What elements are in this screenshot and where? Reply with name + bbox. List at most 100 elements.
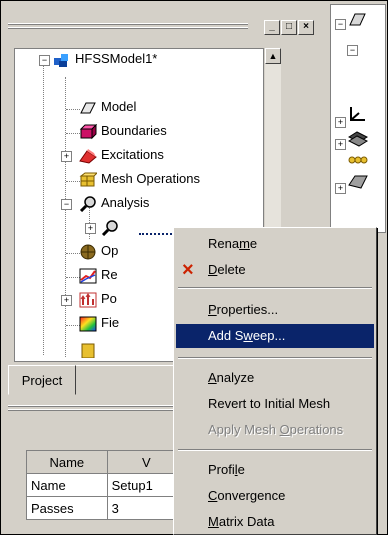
menu-label: e <box>249 236 258 251</box>
tree-line <box>43 59 44 355</box>
tree-node-port-field[interactable]: Po <box>79 289 117 309</box>
menu-label: elete <box>217 262 246 277</box>
menu-item-profile[interactable]: Profile <box>176 458 374 482</box>
tree-node-excitations[interactable]: Excitations <box>79 145 164 165</box>
menu-label: Apply Mesh <box>208 422 280 437</box>
context-menu[interactable]: Rename × Delete Properties... Add Sweep..… <box>173 227 377 535</box>
menu-label: roperties... <box>216 302 279 317</box>
tree-node-analysis[interactable]: Analysis <box>79 193 149 213</box>
solids-icon <box>349 13 366 26</box>
tree-node-boundaries[interactable]: Boundaries <box>79 121 167 141</box>
menu-label: perations <box>289 422 344 437</box>
definitions-icon <box>79 342 97 359</box>
tree-node-model[interactable]: Model <box>79 97 136 117</box>
menu-separator <box>178 357 372 359</box>
properties-table: Name V Name Setup1 Passes 3 <box>26 450 187 520</box>
menu-item-convergence[interactable]: Convergence <box>176 484 374 508</box>
table-row[interactable]: Passes 3 <box>26 496 187 520</box>
menu-separator <box>178 287 372 289</box>
planes-icon <box>347 131 369 147</box>
menu-accelerator: M <box>208 514 219 529</box>
property-name: Passes <box>26 496 108 520</box>
tree-node-label: Boundaries <box>101 123 167 138</box>
tree-node-root[interactable]: HFSSModel1* <box>53 49 157 69</box>
field-overlays-icon <box>79 316 97 332</box>
tree-node-label: Excitations <box>101 147 164 162</box>
maximize-button[interactable]: □ <box>281 20 297 35</box>
hfss-model-icon <box>53 52 71 68</box>
minimize-button[interactable]: _ <box>264 20 280 35</box>
root-expander[interactable]: − <box>39 55 50 66</box>
menu-item-add-sweep[interactable]: Add Sweep... <box>176 324 374 348</box>
history-expander[interactable]: + <box>335 183 346 194</box>
properties-header-row: Name V <box>26 450 187 474</box>
menu-item-revert-mesh[interactable]: Revert to Initial Mesh <box>176 392 374 416</box>
tree-line <box>66 181 80 182</box>
scroll-up-button[interactable]: ▲ <box>265 48 281 64</box>
menu-accelerator: P <box>208 302 217 317</box>
tree-node-partial <box>79 339 101 359</box>
optimetrics-icon <box>79 244 97 260</box>
menu-item-apply-mesh-operations: Apply Mesh Operations <box>176 418 374 442</box>
history-tree-panel[interactable]: − − + + + <box>330 4 386 233</box>
history-expander[interactable]: + <box>335 117 346 128</box>
history-expander[interactable]: + <box>335 139 346 150</box>
application-frame: _ □ × − HFSSModel1* Model Boundaries + E… <box>0 0 388 535</box>
results-icon <box>79 268 97 284</box>
tree-node-label: Po <box>101 291 117 306</box>
menu-label: atrix Data <box>218 514 275 529</box>
menu-item-analyze[interactable]: Analyze <box>176 366 374 390</box>
tree-line <box>65 77 66 357</box>
tree-node-label: Re <box>101 267 118 282</box>
tree-line <box>66 133 80 134</box>
port-field-icon <box>79 292 97 308</box>
tree-node-label: Fie <box>101 315 120 330</box>
panel-grip[interactable] <box>8 23 248 31</box>
setup-expander[interactable]: + <box>85 223 96 234</box>
table-row[interactable]: Name Setup1 <box>26 473 187 497</box>
menu-item-delete[interactable]: × Delete <box>176 258 374 282</box>
close-button[interactable]: × <box>298 20 314 35</box>
tree-node-field-overlays[interactable]: Fie <box>79 313 119 333</box>
tree-line <box>66 253 80 254</box>
tree-node-label: Analysis <box>101 195 150 210</box>
menu-accelerator: m <box>239 236 250 251</box>
menu-accelerator: D <box>208 262 218 277</box>
tree-line <box>66 277 80 278</box>
selection-focus-mark <box>139 233 175 235</box>
column-header[interactable]: Name <box>26 450 108 474</box>
excitations-icon <box>79 148 97 164</box>
menu-accelerator: w <box>243 328 253 343</box>
tree-node-results[interactable]: Re <box>79 265 118 285</box>
menu-label: Rena <box>208 236 240 251</box>
menu-accelerator: O <box>279 422 290 437</box>
menu-label: e <box>237 462 245 477</box>
setup-icon <box>101 219 119 236</box>
analysis-expander[interactable]: − <box>61 199 72 210</box>
tree-node-mesh-operations[interactable]: Mesh Operations <box>79 169 200 189</box>
tree-node-optimetrics[interactable]: Op <box>79 241 118 261</box>
menu-label: eep... <box>252 328 286 343</box>
tree-node-setup[interactable] <box>101 217 123 237</box>
menu-item-properties[interactable]: Properties... <box>176 298 374 322</box>
sheets-icon <box>348 175 368 189</box>
menu-label: Profi <box>208 462 235 477</box>
property-name: Name <box>26 473 108 497</box>
analysis-icon <box>79 195 97 212</box>
tab-project[interactable]: Project <box>8 365 76 395</box>
lists-icon <box>348 156 368 164</box>
boundaries-icon <box>79 123 98 140</box>
excitations-expander[interactable]: + <box>61 151 72 162</box>
tree-line <box>66 325 80 326</box>
mesh-operations-icon <box>79 172 99 188</box>
menu-item-matrix-data[interactable]: Matrix Data <box>176 510 374 534</box>
tree-line <box>66 109 80 110</box>
port-field-expander[interactable]: + <box>61 295 72 306</box>
history-expander[interactable]: − <box>335 19 346 30</box>
history-expander[interactable]: − <box>347 45 358 56</box>
delete-icon: × <box>182 259 194 281</box>
menu-item-rename[interactable]: Rename <box>176 232 374 256</box>
model-icon <box>79 100 97 116</box>
menu-label: Revert to Initial Mesh <box>208 396 331 411</box>
tree-node-label: Op <box>101 243 119 258</box>
